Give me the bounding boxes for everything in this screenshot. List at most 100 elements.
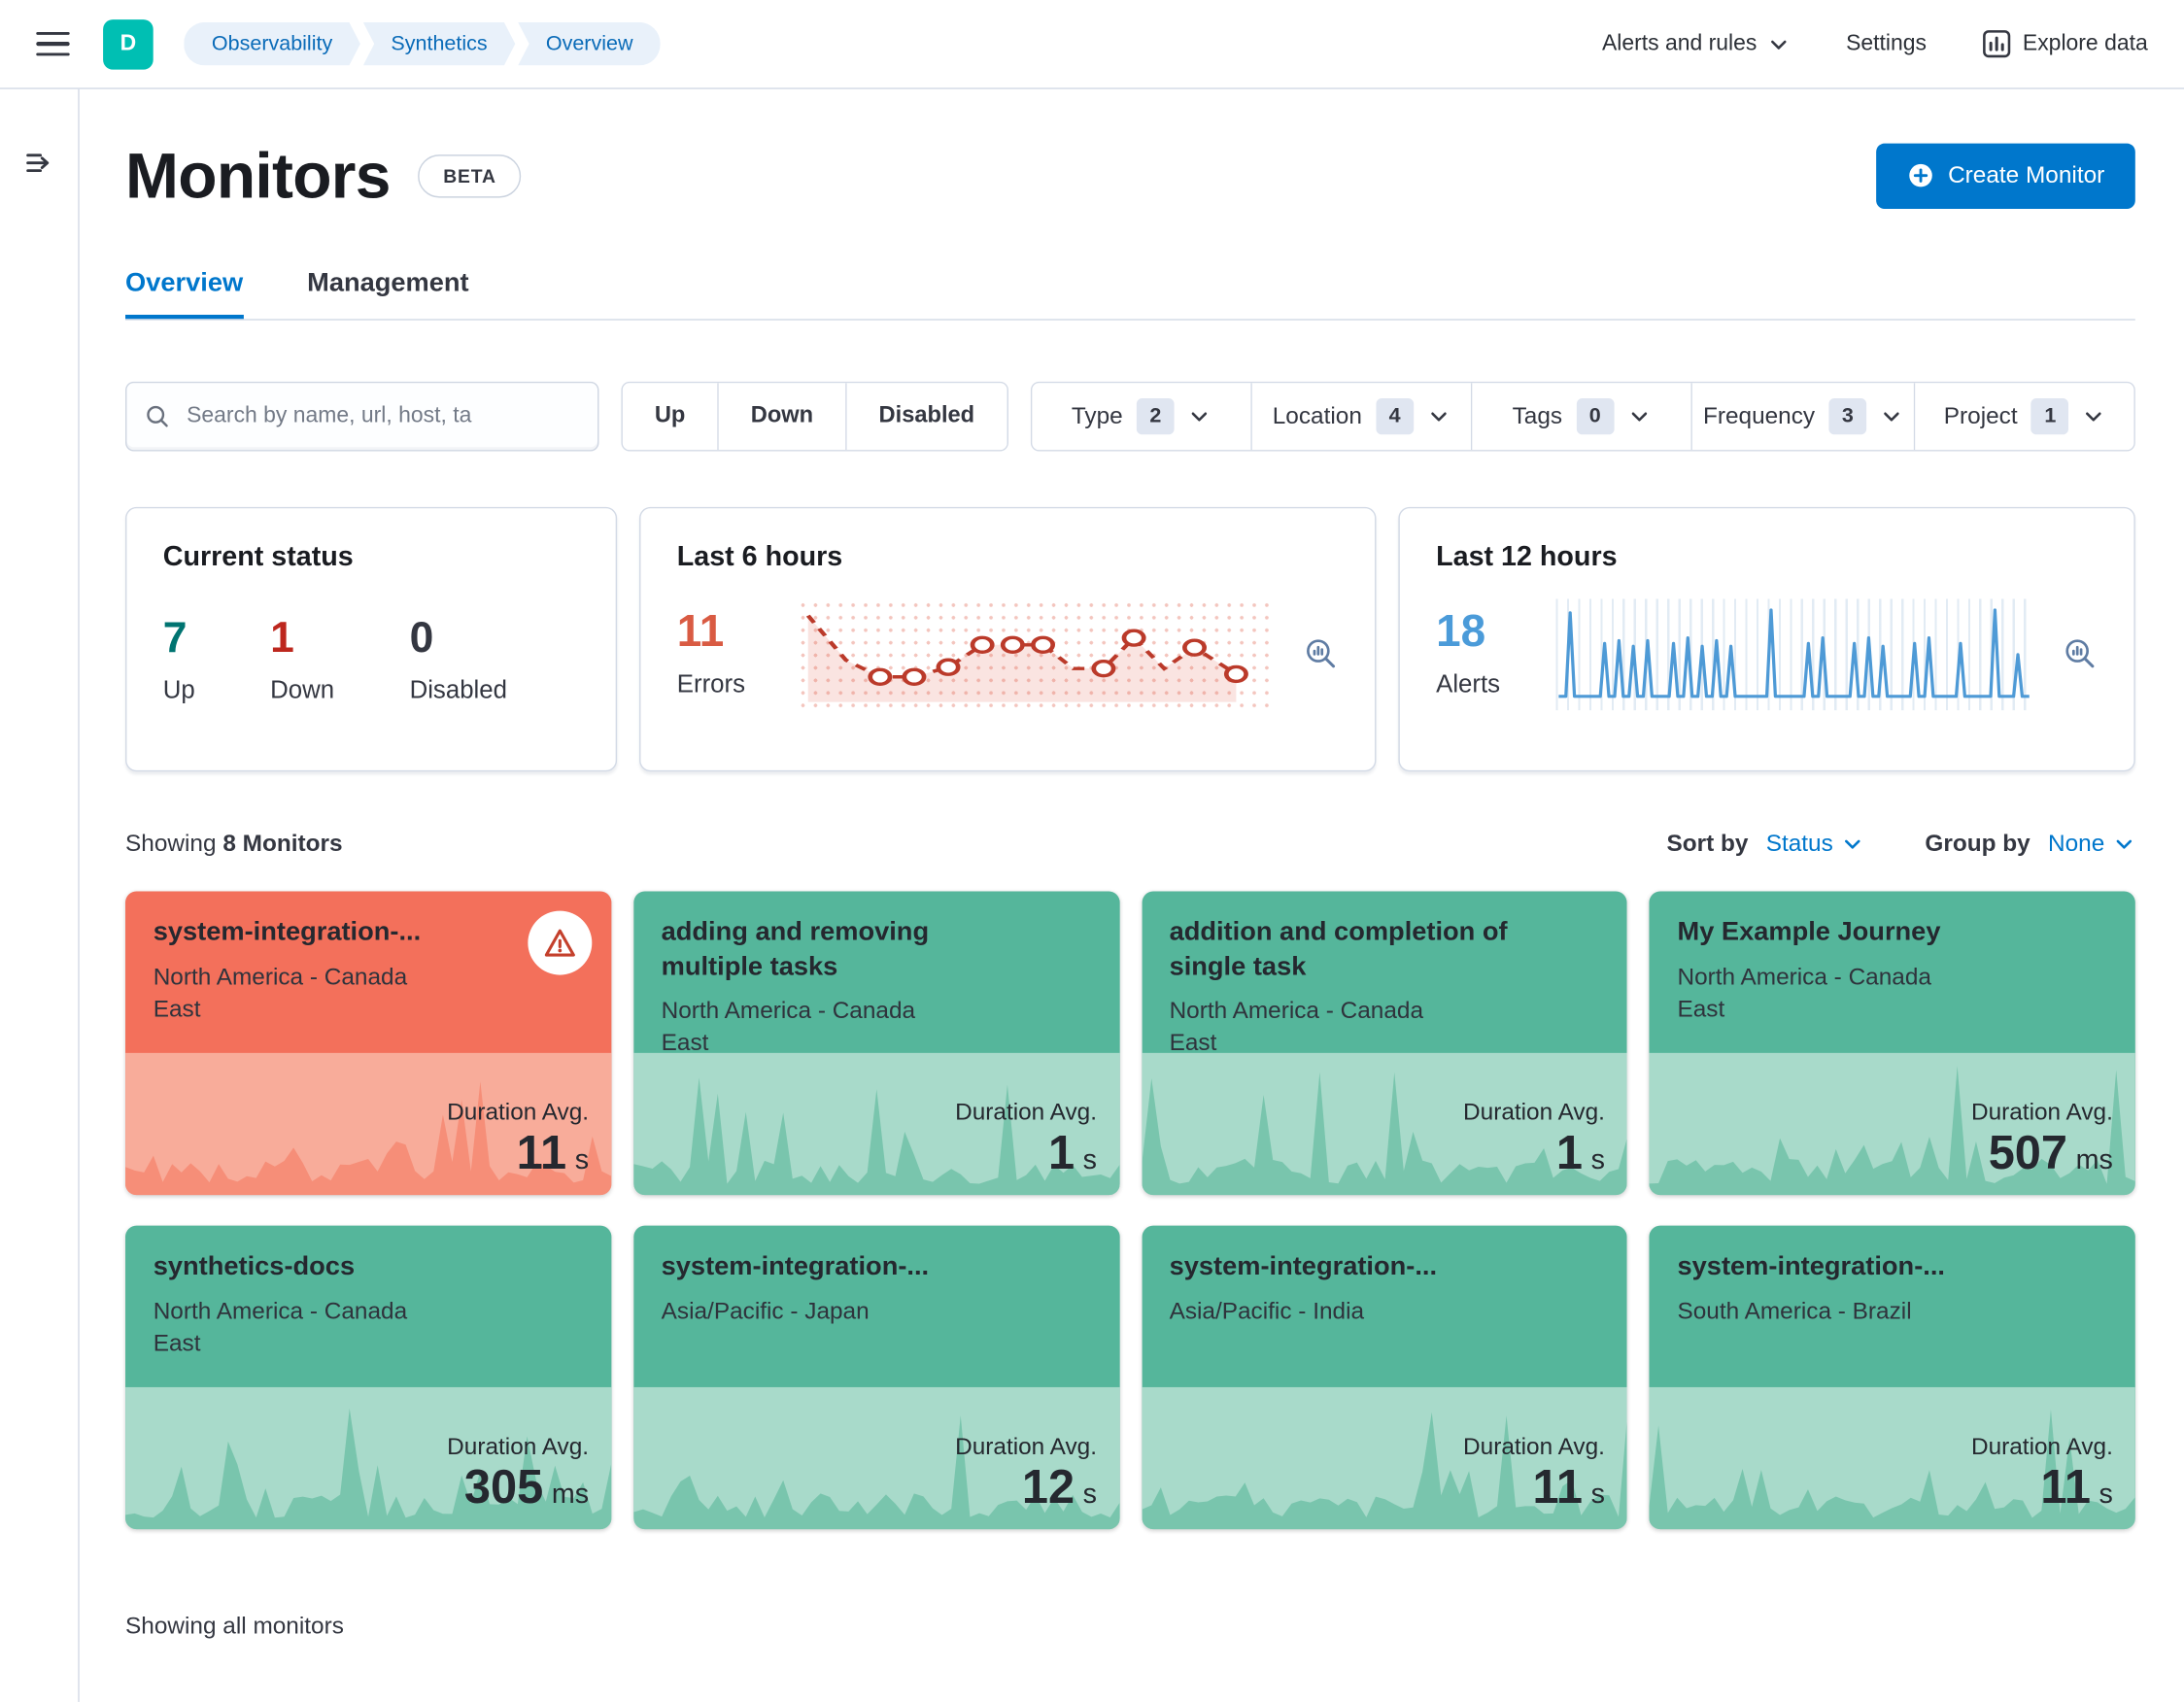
search-input[interactable] [184, 402, 581, 430]
duration-value: 1 [1047, 1126, 1075, 1180]
sort-by-label: Sort by [1666, 830, 1749, 857]
filter-location[interactable]: Location 4 [1251, 383, 1472, 450]
duration-avg-label: Duration Avg. [955, 1433, 1098, 1460]
duration-avg-label: Duration Avg. [1970, 1433, 2113, 1460]
monitor-duration: Duration Avg. 11 s [1971, 1433, 2113, 1515]
group-by-control: Group by None [1925, 830, 2134, 858]
duration-avg-label: Duration Avg. [447, 1433, 590, 1460]
monitor-location: North America - Canada East [153, 963, 408, 1022]
monitor-duration: Duration Avg. 11 s [1463, 1433, 1605, 1515]
monitor-error-badge [528, 910, 592, 975]
duration-value: 507 [1988, 1126, 2068, 1180]
last-12-hours-card: Last 12 hours 18 Alerts [1398, 506, 2135, 772]
search-icon [147, 405, 168, 427]
status-filter-down[interactable]: Down [718, 383, 847, 450]
search-box [125, 381, 599, 452]
errors-value: 11 [676, 606, 725, 657]
duration-value: 11 [516, 1126, 567, 1180]
monitor-name: adding and removing multiple tasks [661, 917, 930, 982]
breadcrumb-observability[interactable]: Observability [184, 22, 360, 65]
alerts-value: 18 [1436, 606, 1486, 657]
duration-unit: s [1082, 1479, 1098, 1510]
filter-count-badge: 1 [2030, 397, 2069, 435]
alerts-and-rules-menu[interactable]: Alerts and rules [1602, 31, 1791, 56]
chevron-down-icon [1631, 412, 1647, 422]
breadcrumb-overview[interactable]: Overview [518, 21, 662, 66]
monitor-card[interactable]: synthetics-docs North America - Canada E… [125, 1225, 612, 1530]
monitor-duration: Duration Avg. 507 ms [1971, 1099, 2113, 1181]
monitor-name: system-integration-... [1677, 1251, 1945, 1281]
monitor-name: system-integration-... [661, 1251, 930, 1281]
duration-avg-label: Duration Avg. [1463, 1433, 1605, 1460]
duration-unit: s [1590, 1144, 1605, 1175]
chevron-down-icon [2116, 839, 2133, 849]
monitor-card[interactable]: adding and removing multiple tasks North… [632, 891, 1119, 1195]
monitor-card[interactable]: system-integration-... North America - C… [125, 891, 612, 1195]
duration-value: 11 [1532, 1460, 1584, 1515]
chevron-down-icon [1884, 412, 1899, 422]
footer-note: Showing all monitors [125, 1613, 344, 1640]
breadcrumb-synthetics[interactable]: Synthetics [363, 22, 516, 65]
header-actions: Alerts and rules Settings Explore data [1602, 29, 2148, 58]
monitor-card[interactable]: system-integration-... Asia/Pacific - In… [1141, 1225, 1627, 1530]
filter-project[interactable]: Project 1 [1915, 383, 2134, 450]
alerts-sparkline-chart [1555, 598, 2030, 711]
create-monitor-button[interactable]: Create Monitor [1875, 143, 2135, 209]
filter-type[interactable]: Type 2 [1031, 383, 1252, 450]
monitor-card[interactable]: system-integration-... Asia/Pacific - Ja… [632, 1225, 1119, 1530]
filter-count-badge: 0 [1576, 397, 1615, 435]
monitor-card[interactable]: My Example Journey North America - Canad… [1649, 891, 2135, 1195]
tabs: Overview Management [125, 269, 2135, 321]
status-stat-up: 7 Up [162, 612, 195, 703]
tab-management[interactable]: Management [307, 269, 469, 320]
page-title: Monitors [125, 139, 391, 212]
monitor-name: system-integration-... [153, 917, 422, 947]
monitor-count-text: Showing 8 Monitors [125, 830, 343, 857]
errors-sparkline-chart [797, 598, 1271, 711]
synthetics-monitors-page: D Observability Synthetics Overview Alerts… [0, 0, 2184, 1702]
duration-value: 11 [2040, 1460, 2091, 1515]
duration-unit: s [574, 1144, 590, 1175]
last-12-hours-title: Last 12 hours [1436, 541, 1618, 573]
monitor-location: South America - Brazil [1677, 1297, 1912, 1324]
inspect-chart-icon[interactable] [2063, 637, 2098, 672]
chevron-down-icon [1845, 839, 1860, 849]
duration-unit: s [1590, 1479, 1605, 1510]
chevron-down-icon [1771, 40, 1788, 50]
monitor-card[interactable]: addition and completion of single task N… [1141, 891, 1627, 1195]
tab-overview[interactable]: Overview [125, 269, 243, 320]
deployment-avatar[interactable]: D [103, 18, 154, 69]
monitor-location: Asia/Pacific - India [1169, 1297, 1365, 1324]
explore-data-link[interactable]: Explore data [1982, 29, 2148, 58]
beta-badge: BETA [418, 154, 522, 198]
sort-by-select[interactable]: Status [1766, 830, 1864, 858]
inspect-chart-icon[interactable] [1304, 637, 1339, 672]
duration-value: 1 [1555, 1126, 1584, 1180]
filter-label: Project [1943, 402, 2018, 429]
filter-label: Frequency [1702, 402, 1816, 429]
monitor-name: addition and completion of single task [1169, 917, 1508, 982]
duration-avg-label: Duration Avg. [1463, 1099, 1605, 1126]
alerts-label: Alerts [1436, 670, 1501, 698]
chevron-down-icon [1431, 412, 1447, 422]
filter-frequency[interactable]: Frequency 3 [1691, 383, 1916, 450]
group-by-select[interactable]: None [2048, 830, 2135, 858]
group-by-label: Group by [1925, 830, 2030, 857]
hamburger-menu-icon[interactable] [36, 31, 70, 56]
monitor-card[interactable]: system-integration-... South America - B… [1649, 1225, 2135, 1530]
status-filter-up[interactable]: Up [622, 383, 719, 450]
duration-value: 12 [1021, 1460, 1075, 1515]
filter-label: Location [1272, 402, 1362, 429]
monitor-location: North America - Canada East [661, 997, 916, 1057]
duration-avg-label: Duration Avg. [447, 1099, 590, 1126]
filter-count-badge: 3 [1828, 397, 1867, 435]
monitor-duration: Duration Avg. 1s [955, 1099, 1097, 1181]
expand-sidebar-icon[interactable] [23, 148, 54, 179]
settings-link[interactable]: Settings [1846, 31, 1927, 56]
monitor-duration: Duration Avg. 11 s [447, 1099, 589, 1181]
filter-count-badge: 2 [1137, 397, 1175, 435]
status-filter-disabled[interactable]: Disabled [846, 383, 1007, 450]
monitor-location: North America - Canada East [1677, 963, 1931, 1022]
errors-label: Errors [676, 670, 746, 698]
filter-tags[interactable]: Tags 0 [1471, 383, 1692, 450]
